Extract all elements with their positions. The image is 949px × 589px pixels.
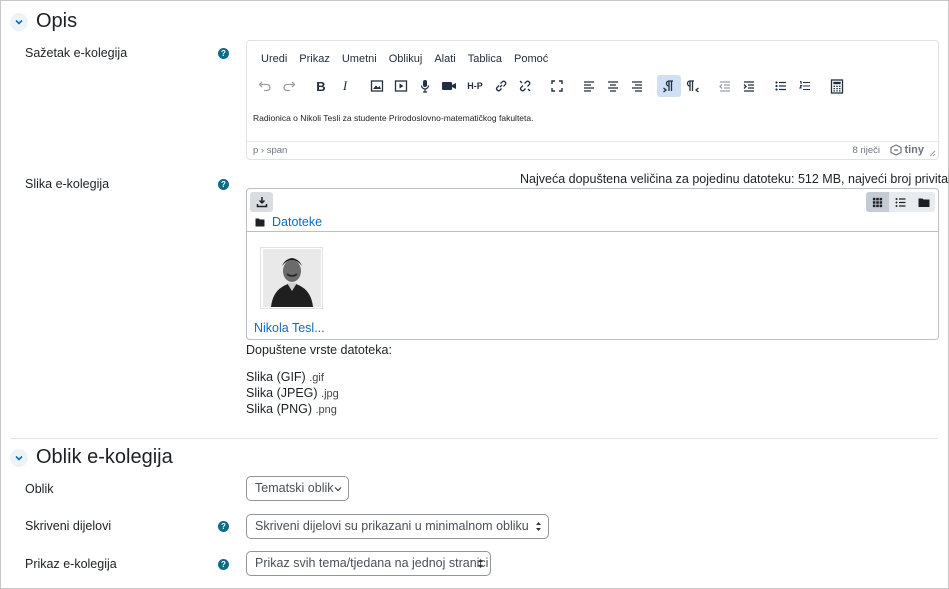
hidden-sections-select[interactable]: Skriveni dijelovi su prikazani u minimal… — [246, 514, 549, 539]
section-title: Opis — [36, 10, 78, 32]
unlink-icon[interactable] — [513, 75, 537, 97]
element-path[interactable]: p › span — [253, 145, 287, 156]
allowed-type-item: Slika (PNG) .png — [246, 402, 337, 416]
italic-icon[interactable]: I — [333, 75, 357, 97]
editor-content[interactable]: Radionica o Nikoli Tesli za studente Pri… — [253, 113, 533, 123]
help-icon[interactable]: ? — [218, 559, 229, 570]
grid-view-button[interactable] — [866, 192, 889, 212]
view-switcher — [866, 192, 935, 212]
max-size-info: Najveća dopuštena veličina za pojedinu d… — [520, 172, 949, 186]
file-thumbnail[interactable] — [260, 247, 323, 309]
outdent-icon[interactable] — [713, 75, 737, 97]
file-picker[interactable]: Datoteke Nikola Tesl... — [246, 188, 939, 340]
course-layout-select[interactable]: Prikaz svih tema/tjedana na jednoj stran… — [246, 551, 491, 576]
list-icon — [895, 197, 906, 207]
chevron-down-icon[interactable] — [10, 12, 28, 31]
format-label: Oblik — [25, 482, 54, 496]
file-name-link[interactable]: Nikola Tesl... — [254, 321, 325, 335]
bullet-list-icon[interactable] — [769, 75, 793, 97]
redo-icon[interactable] — [277, 75, 301, 97]
indent-icon[interactable] — [737, 75, 761, 97]
help-icon[interactable]: ? — [218, 48, 229, 59]
menu-view[interactable]: Prikaz — [293, 51, 336, 67]
microphone-icon[interactable] — [413, 75, 437, 97]
image-icon[interactable] — [365, 75, 389, 97]
folder-icon — [255, 218, 265, 226]
allowed-type-item: Slika (GIF) .gif — [246, 370, 324, 384]
menu-table[interactable]: Tablica — [462, 51, 508, 67]
menu-help[interactable]: Pomoć — [508, 51, 554, 67]
word-count[interactable]: 8 riječi — [853, 145, 880, 156]
section-header-oblik[interactable]: Oblik e-kolegija — [10, 446, 173, 469]
portrait-image — [262, 249, 321, 307]
bold-icon[interactable]: B — [309, 75, 333, 97]
section-divider — [10, 438, 938, 439]
link-icon[interactable] — [489, 75, 513, 97]
align-center-icon[interactable] — [601, 75, 625, 97]
file-picker-toolbar: Datoteke — [247, 189, 938, 232]
align-left-icon[interactable] — [577, 75, 601, 97]
format-select[interactable]: Tematski oblik — [246, 476, 349, 501]
grid-icon — [872, 196, 883, 208]
resize-handle-icon[interactable] — [928, 149, 936, 157]
allowed-type-item: Slika (JPEG) .jpg — [246, 386, 339, 400]
editor-menubar: Uredi Prikaz Umetni Oblikuj Alati Tablic… — [255, 51, 554, 67]
rtl-paragraph-icon[interactable] — [681, 75, 705, 97]
sort-arrows-icon — [478, 559, 483, 568]
help-icon[interactable]: ? — [218, 521, 229, 532]
download-button[interactable] — [250, 192, 273, 212]
menu-format[interactable]: Oblikuj — [383, 51, 429, 67]
section-title: Oblik e-kolegija — [36, 446, 173, 468]
video-camera-icon[interactable] — [437, 75, 461, 97]
calculator-icon[interactable] — [825, 75, 849, 97]
editor-statusbar: p › span 8 riječi tiny — [247, 141, 938, 159]
summary-label: Sažetak e-kolegija — [25, 46, 128, 60]
chevron-down-icon[interactable] — [10, 448, 28, 467]
undo-icon[interactable] — [253, 75, 277, 97]
download-icon — [256, 197, 267, 208]
breadcrumb: Datoteke — [255, 215, 322, 229]
chevron-down-icon — [334, 487, 342, 492]
fullscreen-icon[interactable] — [545, 75, 569, 97]
course-layout-label: Prikaz e-kolegija — [25, 557, 117, 571]
align-right-icon[interactable] — [625, 75, 649, 97]
list-view-button[interactable] — [889, 192, 912, 212]
folder-icon — [918, 198, 929, 207]
menu-tools[interactable]: Alati — [428, 51, 461, 67]
h5p-icon[interactable]: H-P — [461, 75, 489, 97]
image-label: Slika e-kolegija — [25, 177, 110, 191]
ltr-paragraph-icon[interactable] — [657, 75, 681, 97]
menu-edit[interactable]: Uredi — [255, 51, 293, 67]
tiny-logo[interactable]: tiny — [890, 144, 924, 156]
rich-text-editor[interactable]: Uredi Prikaz Umetni Oblikuj Alati Tablic… — [246, 40, 939, 160]
folder-link[interactable]: Datoteke — [272, 215, 322, 229]
allowed-types-title: Dopuštene vrste datoteka: — [246, 343, 392, 357]
numbered-list-icon[interactable] — [793, 75, 817, 97]
menu-insert[interactable]: Umetni — [336, 51, 383, 67]
editor-toolbar: B I H-P — [253, 75, 933, 97]
tiny-logo-icon — [890, 144, 903, 156]
media-icon[interactable] — [389, 75, 413, 97]
sort-arrows-icon — [536, 522, 541, 531]
help-icon[interactable]: ? — [218, 179, 229, 190]
section-header-opis[interactable]: Opis — [10, 10, 77, 33]
hidden-sections-label: Skriveni dijelovi — [25, 519, 112, 533]
tree-view-button[interactable] — [912, 192, 935, 212]
